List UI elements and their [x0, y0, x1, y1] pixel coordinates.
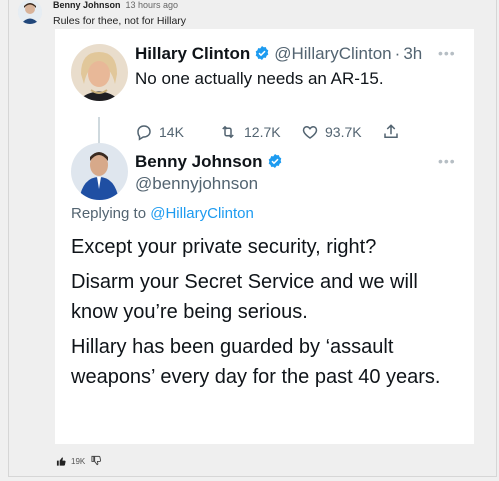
like-count[interactable]: 93.7K	[301, 123, 362, 141]
like-count: 19K	[71, 457, 86, 466]
original-tweet-age[interactable]: 3h	[403, 44, 422, 63]
embedded-tweet-screenshot: Hillary Clinton @HillaryClinton · 3h ••• No…	[55, 29, 474, 444]
reply-icon	[137, 125, 151, 141]
reply-count-value: 14K	[159, 124, 184, 140]
reply-count[interactable]: 14K	[135, 123, 184, 141]
reply-paragraph: Disarm your Secret Service and we will k…	[71, 271, 418, 323]
verified-badge-icon	[255, 46, 269, 60]
post-timestamp[interactable]: 13 hours ago	[126, 0, 179, 10]
hillary-photo	[71, 44, 128, 101]
share-icon	[384, 124, 398, 138]
post-author-line: Benny Johnson 13 hours ago	[53, 0, 178, 10]
thumbs-down-icon	[91, 455, 102, 466]
like-button[interactable]: 19K	[56, 456, 85, 467]
replying-to-label: Replying to	[71, 205, 147, 222]
more-options-icon[interactable]: •••	[438, 45, 456, 61]
reply-paragraph: Hillary has been guarded by ‘assault wea…	[71, 336, 441, 388]
post: Benny Johnson 13 hours ago Rules for thee…	[0, 0, 499, 481]
share-button[interactable]	[382, 123, 400, 141]
more-options-icon[interactable]: •••	[438, 153, 456, 169]
heart-icon	[302, 125, 318, 139]
original-tweet-text: No one actually needs an AR-15.	[135, 69, 384, 88]
retweet-icon	[222, 125, 234, 139]
author-name[interactable]: Benny Johnson	[53, 0, 121, 10]
original-tweet-header: Hillary Clinton @HillaryClinton · 3h	[135, 44, 422, 64]
thumbs-up-icon	[56, 457, 66, 466]
original-author-name[interactable]: Hillary Clinton	[135, 44, 250, 63]
dislike-button[interactable]	[91, 455, 102, 468]
author-avatar[interactable]	[18, 0, 42, 24]
replying-to-link[interactable]: @HillaryClinton	[150, 205, 254, 222]
avatar-image	[18, 0, 42, 24]
benny-photo	[71, 143, 128, 200]
retweet-count[interactable]: 12.7K	[218, 123, 281, 141]
post-actions: 19K	[56, 455, 102, 468]
retweet-count-value: 12.7K	[244, 124, 281, 140]
post-text: Rules for thee, not for Hillary	[53, 15, 187, 27]
benny-avatar	[71, 143, 128, 200]
reply-author-handle[interactable]: @bennyjohnson	[135, 174, 258, 194]
reply-author-name[interactable]: Benny Johnson	[135, 152, 263, 171]
reply-tweet-header: Benny Johnson	[135, 152, 287, 172]
hillary-avatar	[71, 44, 128, 101]
original-author-handle[interactable]: @HillaryClinton	[274, 44, 391, 63]
replying-to-line: Replying to @HillaryClinton	[71, 205, 254, 222]
like-count-value: 93.7K	[325, 124, 362, 140]
reply-paragraph: Except your private security, right?	[71, 236, 377, 258]
verified-badge-icon	[268, 154, 281, 168]
reply-tweet-body: Except your private security, right? Dis…	[71, 232, 463, 392]
handle-separator: ·	[394, 44, 401, 63]
